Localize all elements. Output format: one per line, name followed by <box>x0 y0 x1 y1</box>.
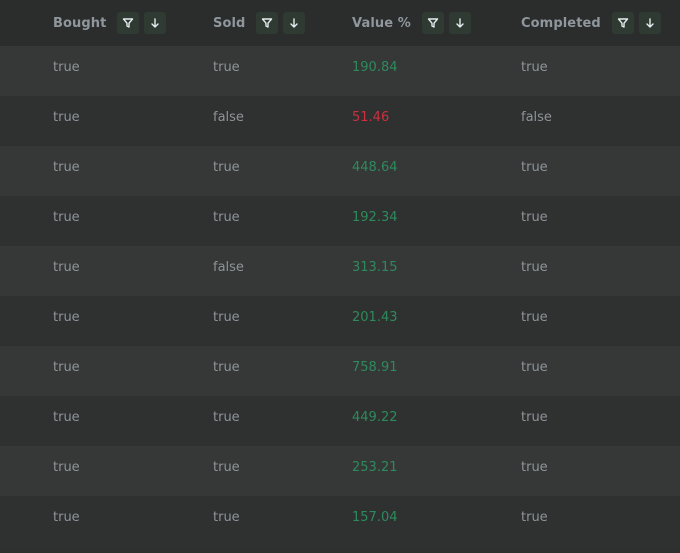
cell-bought: true <box>53 160 80 175</box>
cell-bought: true <box>53 460 80 475</box>
arrow-down-icon <box>646 18 654 28</box>
cell-completed: true <box>521 510 548 525</box>
cell-value-percent: 449.22 <box>352 410 398 425</box>
table-row[interactable]: true false 313.15 true <box>0 246 680 296</box>
column-header-completed[interactable]: Completed <box>521 0 661 46</box>
filter-icon <box>427 18 439 28</box>
arrow-down-icon <box>290 18 299 28</box>
cell-sold: true <box>213 510 240 525</box>
cell-sold: true <box>213 60 240 75</box>
cell-completed: true <box>521 460 548 475</box>
cell-bought: true <box>53 60 80 75</box>
column-header-sold[interactable]: Sold <box>213 0 306 46</box>
column-header-label: Value % <box>352 15 411 31</box>
cell-sold: true <box>213 460 240 475</box>
cell-sold: true <box>213 410 240 425</box>
cell-bought: true <box>53 210 80 225</box>
cell-completed: true <box>521 410 548 425</box>
cell-bought: true <box>53 360 80 375</box>
table-row[interactable]: true true 253.21 true <box>0 446 680 496</box>
cell-completed: true <box>521 160 548 175</box>
cell-value-percent: 192.34 <box>352 210 398 225</box>
cell-completed: false <box>521 110 552 125</box>
table-header: Bought Sold Value % Completed <box>0 0 680 46</box>
table-row[interactable]: true true 157.04 true <box>0 496 680 546</box>
filter-button[interactable] <box>611 12 634 34</box>
sort-button[interactable] <box>144 12 167 34</box>
sort-button[interactable] <box>448 12 471 34</box>
cell-value-percent: 157.04 <box>352 510 398 525</box>
table-row[interactable]: true true 758.91 true <box>0 346 680 396</box>
cell-bought: true <box>53 310 80 325</box>
filter-button[interactable] <box>256 12 279 34</box>
cell-completed: true <box>521 210 548 225</box>
sort-button[interactable] <box>283 12 306 34</box>
cell-completed: true <box>521 310 548 325</box>
cell-completed: true <box>521 260 548 275</box>
cell-sold: true <box>213 360 240 375</box>
cell-value-percent: 758.91 <box>352 360 398 375</box>
arrow-down-icon <box>151 18 160 28</box>
column-header-label: Sold <box>213 15 246 31</box>
cell-completed: true <box>521 60 548 75</box>
cell-sold: true <box>213 310 240 325</box>
cell-value-percent: 51.46 <box>352 110 390 125</box>
filter-button[interactable] <box>117 12 140 34</box>
cell-completed: true <box>521 360 548 375</box>
cell-value-percent: 201.43 <box>352 310 398 325</box>
cell-sold: false <box>213 260 244 275</box>
cell-sold: true <box>213 210 240 225</box>
table-row[interactable]: true true 201.43 true <box>0 296 680 346</box>
table-row[interactable]: true true 192.34 true <box>0 196 680 246</box>
cell-bought: true <box>53 110 80 125</box>
filter-button[interactable] <box>421 12 444 34</box>
filter-icon <box>262 18 273 28</box>
filter-icon <box>123 18 134 28</box>
cell-bought: true <box>53 260 80 275</box>
column-header-bought[interactable]: Bought <box>53 0 167 46</box>
cell-sold: true <box>213 160 240 175</box>
filter-icon <box>617 18 629 28</box>
cell-value-percent: 253.21 <box>352 460 398 475</box>
column-header-value-percent[interactable]: Value % <box>352 0 471 46</box>
cell-value-percent: 448.64 <box>352 160 398 175</box>
cell-value-percent: 190.84 <box>352 60 398 75</box>
data-table: Bought Sold Value % Completed true true … <box>0 0 680 553</box>
table-row[interactable]: true true 190.84 true <box>0 46 680 96</box>
cell-bought: true <box>53 510 80 525</box>
sort-button[interactable] <box>638 12 661 34</box>
cell-bought: true <box>53 410 80 425</box>
table-row[interactable]: true true 448.64 true <box>0 146 680 196</box>
arrow-down-icon <box>456 18 464 28</box>
table-row[interactable]: true true 449.22 true <box>0 396 680 446</box>
cell-value-percent: 313.15 <box>352 260 398 275</box>
column-header-label: Completed <box>521 15 601 31</box>
table-row[interactable]: true false 51.46 false <box>0 96 680 146</box>
column-header-label: Bought <box>53 15 107 31</box>
cell-sold: false <box>213 110 244 125</box>
